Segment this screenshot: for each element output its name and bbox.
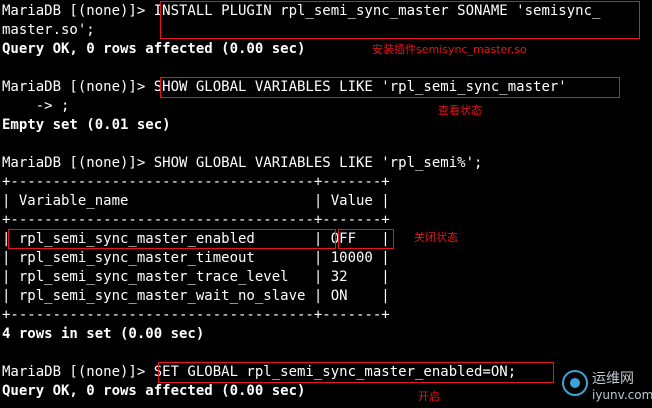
table-header: | Variable_name | Value | — [2, 193, 390, 209]
enabled-row-highlight — [8, 229, 336, 249]
table-row: | rpl_semi_sync_master_trace_level | 32 … — [2, 269, 390, 285]
table-row: | rpl_semi_sync_master_timeout | 10000 | — [2, 250, 390, 266]
install-annotation: 安装插件semisync_master.so — [372, 43, 527, 56]
terminal-line: -> ; — [2, 98, 70, 114]
query-result: 4 rows in set (0.00 sec) — [2, 326, 205, 342]
enable-annotation: 开启 — [418, 390, 440, 403]
table-border: +------------------------------------+--… — [2, 307, 390, 323]
set-global-highlight — [158, 362, 554, 383]
query-result: Query OK, 0 rows affected (0.00 sec) — [2, 383, 306, 399]
table-row: | rpl_semi_sync_master_wait_no_slave | O… — [2, 288, 390, 304]
install-command-highlight — [160, 1, 640, 39]
query-result: Empty set (0.01 sec) — [2, 117, 171, 133]
watermark-name: 运维网 — [592, 371, 634, 387]
terminal-line: master.so'; — [2, 22, 95, 38]
watermark: 运维网 iyunv.com — [562, 364, 652, 406]
show-variables-highlight — [160, 77, 620, 98]
off-value-highlight — [338, 229, 394, 249]
check-status-annotation: 查看状态 — [438, 104, 482, 117]
query-result: Query OK, 0 rows affected (0.00 sec) — [2, 41, 306, 57]
table-border: +------------------------------------+--… — [2, 212, 390, 228]
table-border: +------------------------------------+--… — [2, 174, 390, 190]
site-logo-icon — [562, 370, 588, 396]
terminal-window[interactable]: MariaDB [(none)]> INSTALL PLUGIN rpl_sem… — [0, 0, 652, 408]
off-status-annotation: 关闭状态 — [414, 231, 458, 244]
watermark-domain: iyunv.com — [592, 388, 652, 402]
terminal-line: MariaDB [(none)]> SHOW GLOBAL VARIABLES … — [2, 155, 483, 171]
